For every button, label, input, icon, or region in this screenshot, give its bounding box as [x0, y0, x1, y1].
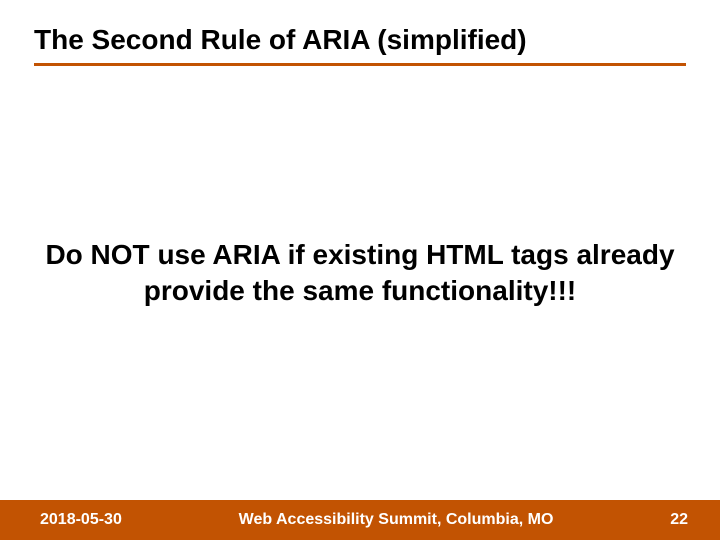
footer-bar: 2018-05-30 Web Accessibility Summit, Col… — [0, 500, 720, 540]
title-area: The Second Rule of ARIA (simplified) — [0, 0, 720, 66]
footer-page-number: 22 — [670, 511, 688, 529]
footer-date: 2018-05-30 — [40, 511, 122, 529]
body-area: Do NOT use ARIA if existing HTML tags al… — [0, 66, 720, 540]
slide: The Second Rule of ARIA (simplified) Do … — [0, 0, 720, 540]
slide-title: The Second Rule of ARIA (simplified) — [34, 22, 686, 66]
slide-body-text: Do NOT use ARIA if existing HTML tags al… — [40, 237, 680, 310]
footer-venue: Web Accessibility Summit, Columbia, MO — [122, 511, 670, 529]
